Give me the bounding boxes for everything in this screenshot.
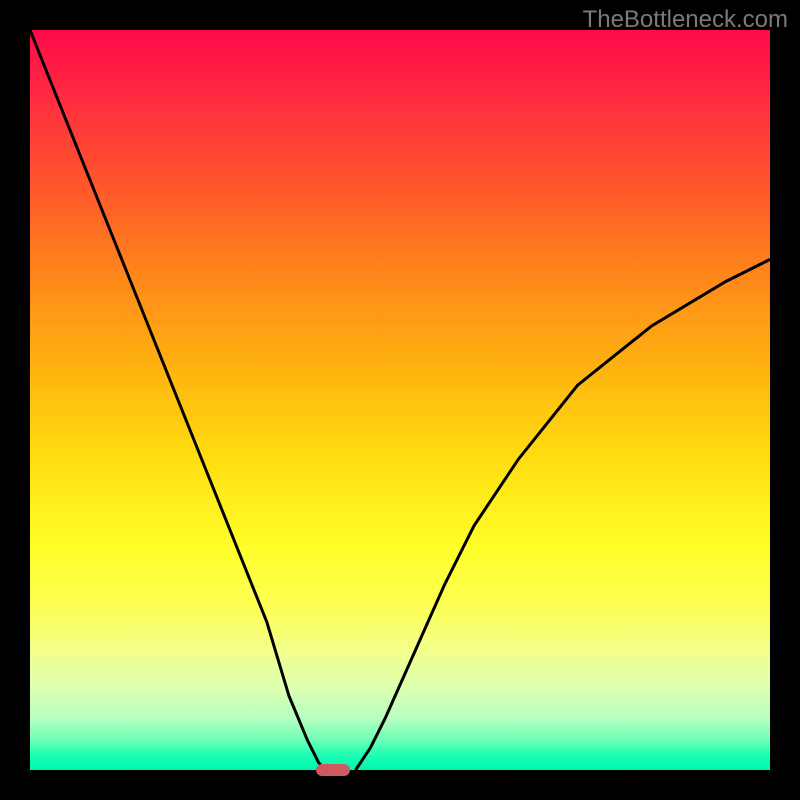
curve-overlay <box>30 30 770 770</box>
watermark-text: TheBottleneck.com <box>583 6 788 34</box>
left-curve <box>30 30 326 770</box>
plot-area <box>30 30 770 770</box>
right-curve <box>356 259 770 770</box>
optimum-marker <box>316 764 350 776</box>
